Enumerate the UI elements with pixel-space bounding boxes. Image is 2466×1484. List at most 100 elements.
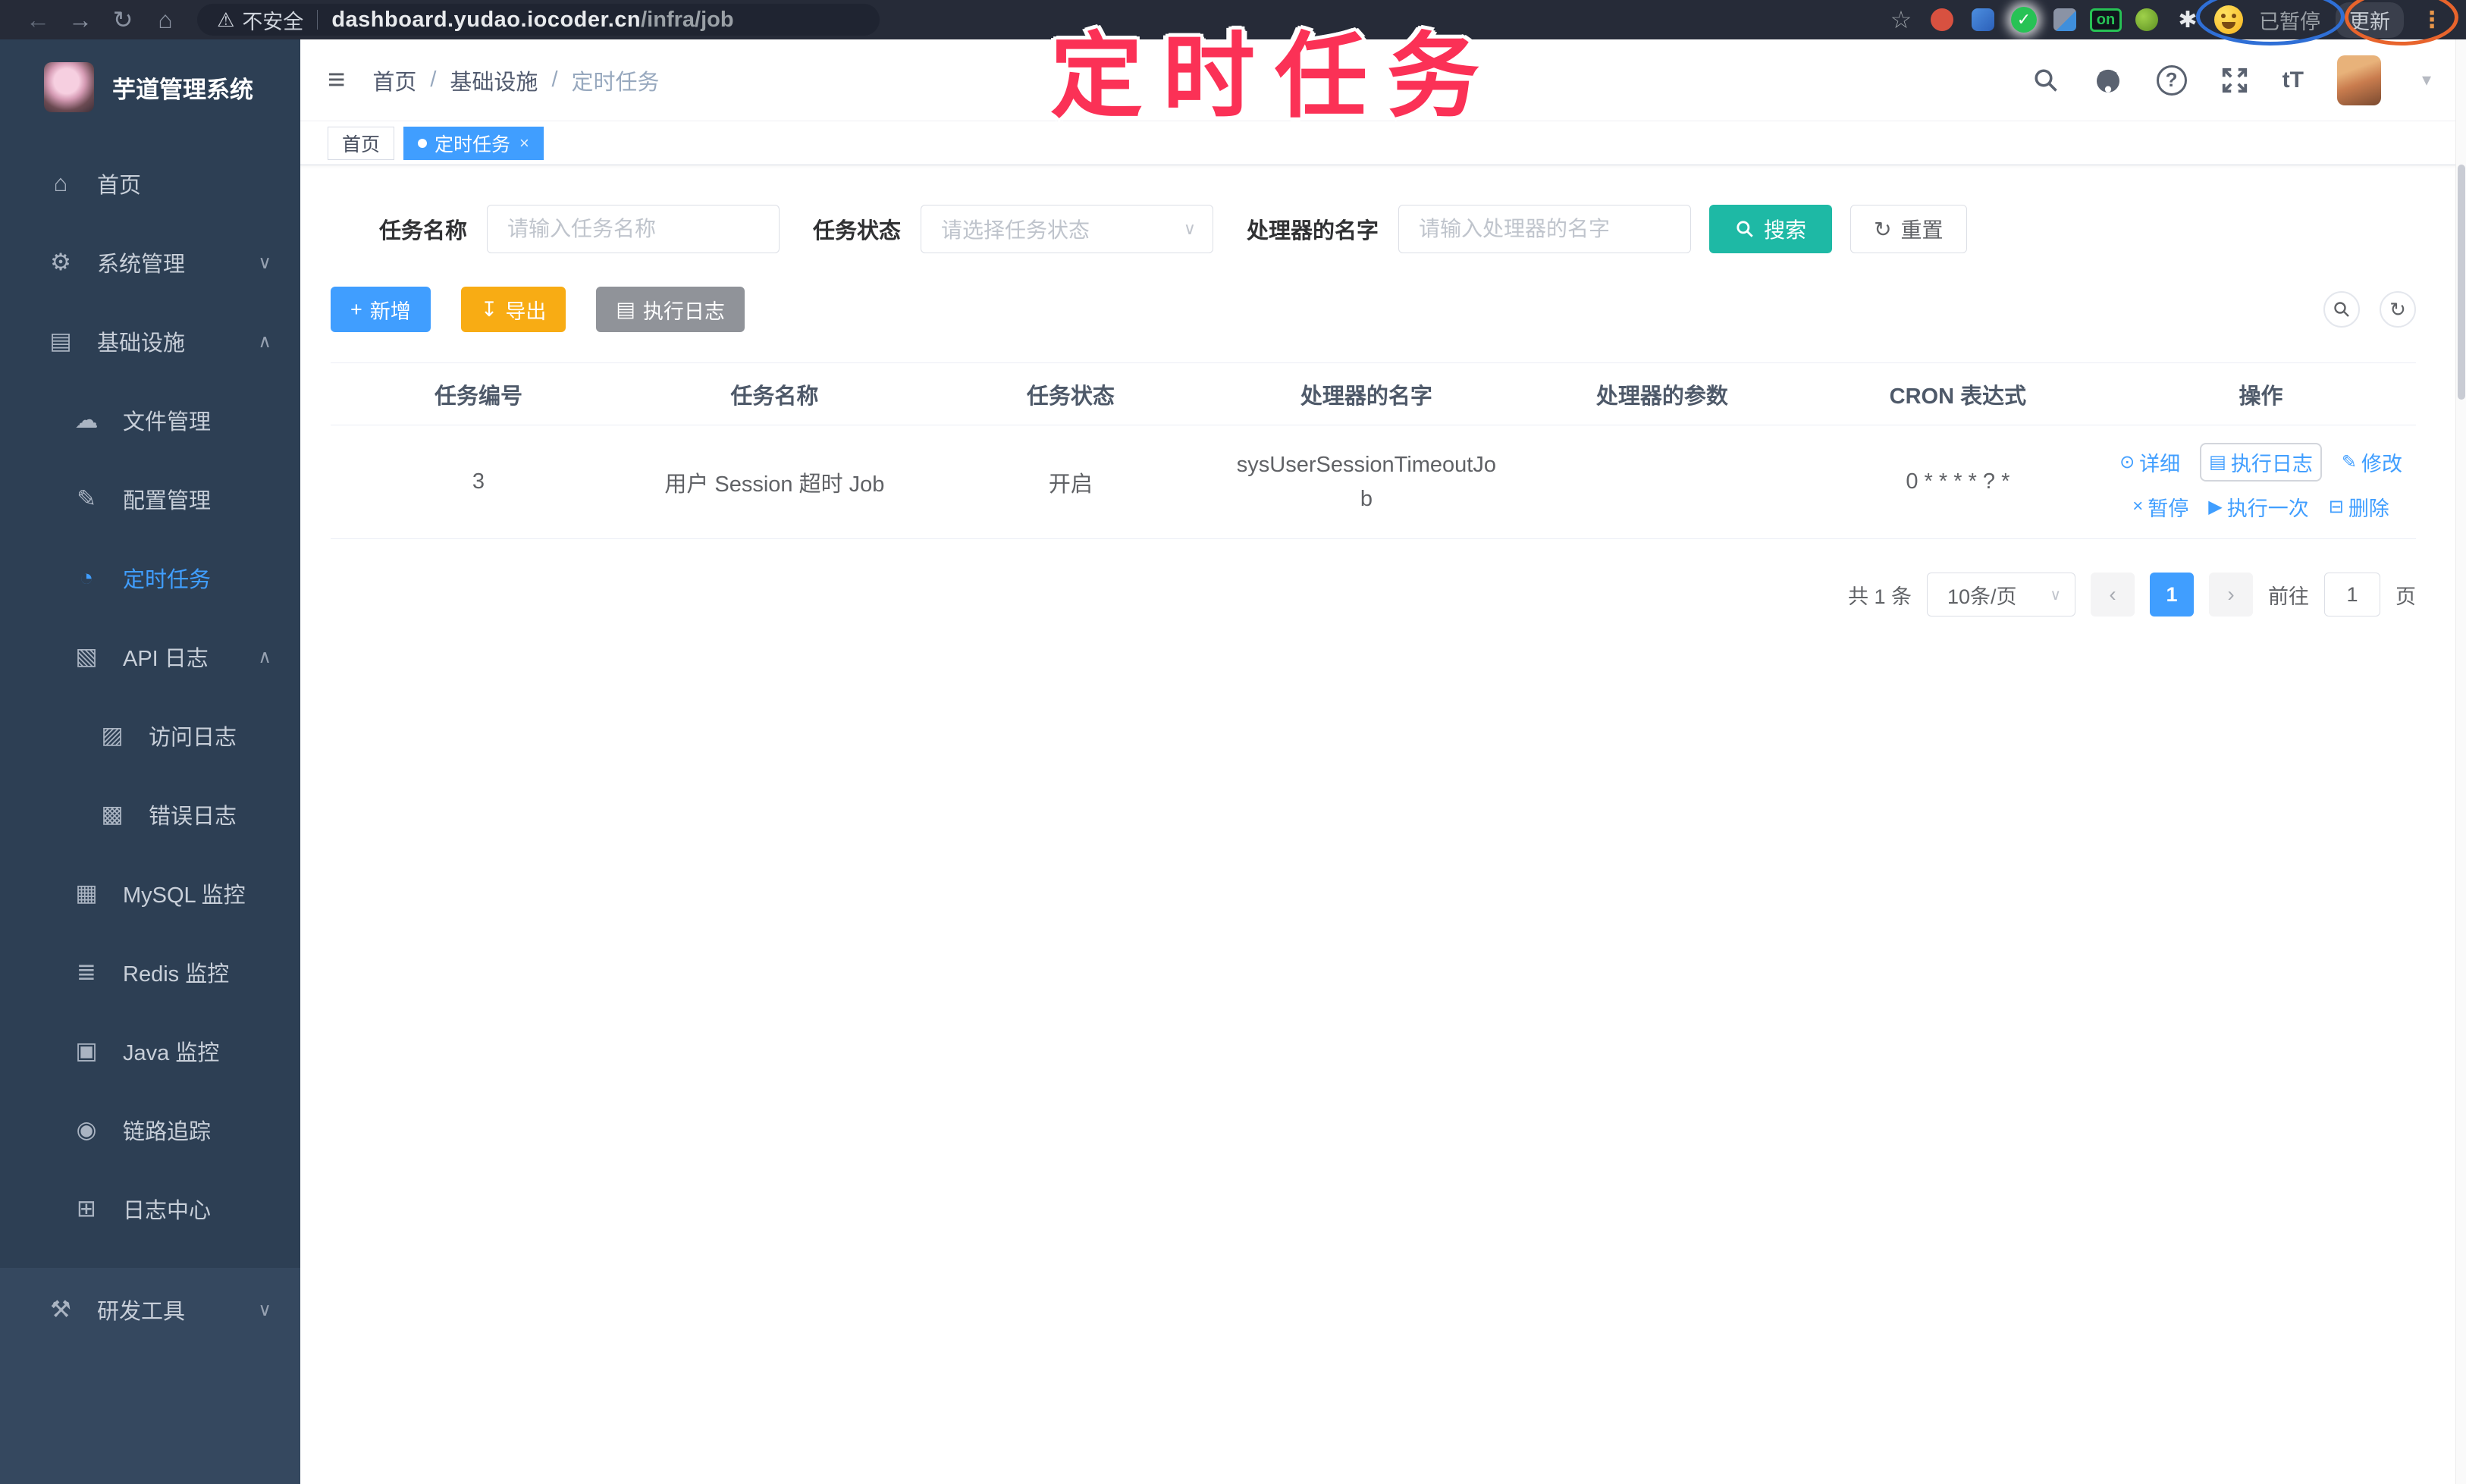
extension-icon-blue[interactable] bbox=[1968, 5, 1998, 35]
edit-icon: ✎ bbox=[77, 485, 96, 512]
tab-close-icon[interactable]: × bbox=[519, 133, 529, 153]
detail-link[interactable]: ⊙ 详细 bbox=[2119, 447, 2180, 477]
cell-task-status: 开启 bbox=[922, 425, 1219, 539]
execution-log-button[interactable]: ▤ 执行日志 bbox=[596, 287, 745, 332]
run-once-link[interactable]: ▶ 执行一次 bbox=[2208, 492, 2308, 522]
chevron-down-icon: ∨ bbox=[258, 252, 271, 273]
sidebar-item-home[interactable]: ⌂ 首页 bbox=[0, 144, 300, 223]
search-button[interactable]: 搜索 bbox=[1709, 205, 1833, 253]
extension-icon-grid[interactable] bbox=[2050, 5, 2080, 35]
page-unit-label: 页 bbox=[2395, 585, 2416, 608]
sidebar-menu: ⌂ 首页 ⚙ 系统管理 ∨ ▤ 基础设施 ∧ ☁ 文件管理 ✎ 配置管理 ◔ 定… bbox=[0, 133, 300, 1248]
col-handler-name: 处理器的名字 bbox=[1218, 362, 1514, 425]
page-number-1[interactable]: 1 bbox=[2150, 573, 2194, 617]
url-domain: dashboard.yudao.iocoder.cn bbox=[331, 7, 642, 32]
sidebar-item-java-monitor[interactable]: ▣ Java 监控 bbox=[0, 1012, 300, 1090]
breadcrumb-home[interactable]: 首页 bbox=[372, 64, 416, 96]
address-bar[interactable]: ⚠ 不安全 dashboard.yudao.iocoder.cn /infra/… bbox=[197, 4, 880, 36]
fullscreen-icon[interactable] bbox=[2220, 66, 2249, 95]
infrastructure-icon: ▤ bbox=[49, 328, 72, 354]
refresh-button[interactable]: ↻ bbox=[2380, 291, 2416, 328]
help-icon[interactable]: ? bbox=[2156, 64, 2187, 96]
search-toggle-button[interactable] bbox=[2323, 291, 2360, 328]
header-search-icon[interactable] bbox=[2032, 67, 2060, 94]
sidebar-item-dev-tools[interactable]: ⚒ 研发工具 ∨ bbox=[0, 1268, 300, 1351]
sidebar-item-system-mgmt[interactable]: ⚙ 系统管理 ∨ bbox=[0, 223, 300, 302]
next-page-button[interactable]: › bbox=[2209, 573, 2253, 617]
font-size-icon[interactable]: tT bbox=[2282, 67, 2304, 93]
browser-home-icon[interactable]: ⌂ bbox=[144, 6, 187, 34]
row-execution-log-link[interactable]: ▤ 执行日志 bbox=[2200, 442, 2322, 482]
refresh-icon: ↻ bbox=[2389, 297, 2406, 321]
user-avatar[interactable] bbox=[2336, 55, 2381, 105]
sidebar-item-scheduled-tasks[interactable]: ◔ 定时任务 bbox=[0, 538, 300, 617]
sidebar-item-access-logs[interactable]: ▨ 访问日志 bbox=[0, 696, 300, 775]
col-task-status: 任务状态 bbox=[922, 362, 1219, 425]
search-icon bbox=[2334, 302, 2349, 317]
extension-icon-green-leaf[interactable] bbox=[2132, 5, 2162, 35]
sidebar-item-redis-monitor[interactable]: ≣ Redis 监控 bbox=[0, 933, 300, 1012]
url-path: /infra/job bbox=[641, 7, 734, 32]
sidebar-item-api-logs[interactable]: ▧ API 日志 ∧ bbox=[0, 617, 300, 696]
extension-icon-on-badge[interactable]: on bbox=[2089, 5, 2122, 35]
home-icon: ⌂ bbox=[53, 170, 68, 196]
sidebar-item-tracing[interactable]: ◉ 链路追踪 bbox=[0, 1090, 300, 1169]
sidebar-collapse-icon[interactable]: ≡ bbox=[328, 63, 345, 97]
play-icon: ▶ bbox=[2208, 496, 2223, 517]
page-content: 任务名称 任务状态 请选择任务状态 ∨ 处理器的名字 搜索 ↻ 重置 bbox=[300, 165, 2466, 1484]
sidebar-item-label: Redis 监控 bbox=[123, 962, 230, 987]
avatar-caret-icon[interactable]: ▾ bbox=[2422, 69, 2431, 91]
jobs-table: 任务编号 任务名称 任务状态 处理器的名字 处理器的参数 CRON 表达式 操作… bbox=[331, 362, 2416, 539]
sidebar-item-error-logs[interactable]: ▩ 错误日志 bbox=[0, 775, 300, 854]
github-icon[interactable] bbox=[2093, 65, 2123, 96]
tab-label: 首页 bbox=[342, 133, 381, 155]
pause-link[interactable]: × 暂停 bbox=[2132, 492, 2188, 522]
sidebar-item-file-mgmt[interactable]: ☁ 文件管理 bbox=[0, 381, 300, 460]
log-icon: ▤ bbox=[2209, 451, 2226, 472]
page-size-select[interactable]: 10条/页 ∨ bbox=[1927, 573, 2075, 617]
tab-scheduled-tasks[interactable]: 定时任务 × bbox=[403, 126, 544, 160]
add-button[interactable]: + 新增 bbox=[331, 287, 431, 332]
sidebar-item-mysql-monitor[interactable]: ▦ MySQL 监控 bbox=[0, 854, 300, 933]
bookmark-star-icon[interactable]: ☆ bbox=[1886, 5, 1916, 35]
filter-form: 任务名称 任务状态 请选择任务状态 ∨ 处理器的名字 搜索 ↻ 重置 bbox=[379, 205, 2416, 253]
plus-icon: + bbox=[350, 297, 362, 321]
task-name-input[interactable] bbox=[487, 205, 780, 253]
sidebar-item-config-mgmt[interactable]: ✎ 配置管理 bbox=[0, 460, 300, 538]
scrollbar-thumb[interactable] bbox=[2458, 165, 2465, 400]
eye-icon: ◉ bbox=[76, 1116, 97, 1143]
add-button-label: 新增 bbox=[369, 300, 411, 323]
sidebar-item-label: 访问日志 bbox=[149, 726, 237, 750]
edit-link[interactable]: ✎ 修改 bbox=[2342, 447, 2402, 477]
sidebar-item-label: 错误日志 bbox=[149, 805, 237, 829]
breadcrumb-infrastructure[interactable]: 基础设施 bbox=[450, 64, 538, 96]
blue-gem-icon bbox=[1972, 8, 1994, 31]
delete-link[interactable]: ⊟ 删除 bbox=[2329, 492, 2389, 522]
prev-page-button[interactable]: ‹ bbox=[2091, 573, 2135, 617]
page-scrollbar[interactable] bbox=[2455, 39, 2466, 1484]
browser-back-icon[interactable]: ← bbox=[17, 6, 59, 34]
extension-icon-green-check[interactable]: ✓ bbox=[2009, 5, 2039, 35]
tab-home[interactable]: 首页 bbox=[328, 126, 395, 160]
export-button[interactable]: ↧ 导出 bbox=[460, 287, 566, 332]
gear-icon: ⚙ bbox=[50, 249, 71, 275]
browser-reload-icon[interactable]: ↻ bbox=[102, 5, 144, 34]
timer-icon: ◔ bbox=[79, 564, 94, 591]
browser-forward-icon[interactable]: → bbox=[59, 6, 102, 34]
task-status-placeholder: 请选择任务状态 bbox=[941, 218, 1090, 242]
sidebar-item-infrastructure[interactable]: ▤ 基础设施 ∧ bbox=[0, 302, 300, 381]
annotation-title: 定时任务 bbox=[1050, 25, 1499, 128]
app-logo-row[interactable]: 芋道管理系统 bbox=[0, 39, 300, 133]
extension-icon-red[interactable] bbox=[1927, 5, 1957, 35]
leaf-icon bbox=[2135, 8, 2158, 31]
handler-name-label: 处理器的名字 bbox=[1247, 219, 1379, 243]
col-cron: CRON 表达式 bbox=[1809, 362, 2107, 425]
goto-page-input[interactable] bbox=[2324, 573, 2380, 617]
task-status-select[interactable]: 请选择任务状态 ∨ bbox=[921, 205, 1214, 253]
handler-name-input[interactable] bbox=[1398, 205, 1692, 253]
sidebar-item-log-center[interactable]: ⊞ 日志中心 bbox=[0, 1169, 300, 1248]
mysql-icon: ▦ bbox=[75, 880, 98, 906]
col-handler-param: 处理器的参数 bbox=[1514, 362, 1810, 425]
chevron-down-icon: ∨ bbox=[258, 1299, 271, 1320]
reset-button[interactable]: ↻ 重置 bbox=[1850, 205, 1967, 253]
